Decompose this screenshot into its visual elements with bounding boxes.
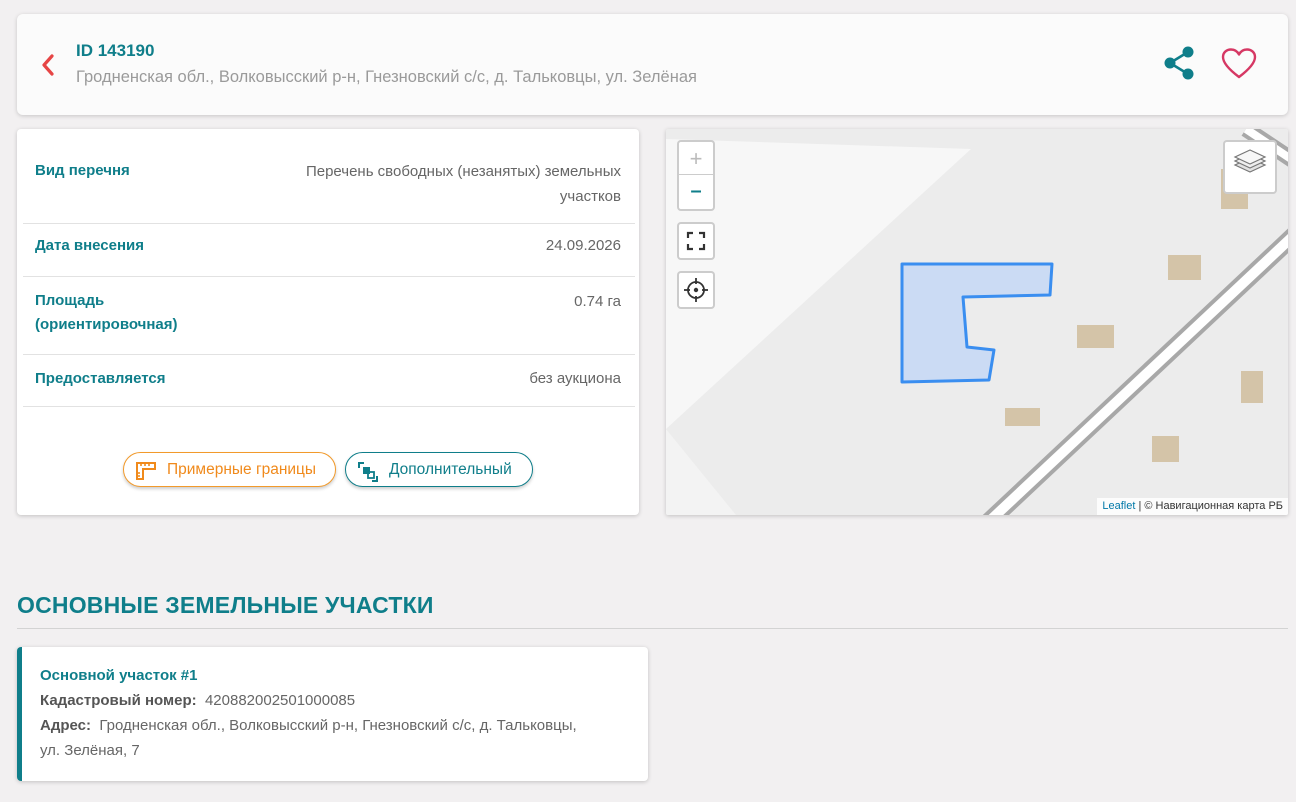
- attribution-text: | © Навигационная карта РБ: [1135, 500, 1283, 512]
- info-row-date: Дата внесения 24.09.2026: [23, 224, 635, 277]
- back-button[interactable]: [38, 52, 60, 78]
- share-icon: [1164, 46, 1194, 80]
- map-tiles: [666, 129, 1288, 515]
- layers-icon: [1233, 149, 1267, 173]
- locate-button[interactable]: [677, 271, 715, 309]
- section-title: ОСНОВНЫЕ ЗЕМЕЛЬНЫЕ УЧАСТКИ: [17, 592, 434, 618]
- leaflet-link[interactable]: Leaflet: [1102, 500, 1135, 512]
- parcel-boundary[interactable]: [900, 262, 1054, 384]
- info-value-line: Перечень свободных (незанятых) земельных: [305, 163, 621, 180]
- section-divider: [17, 628, 1288, 629]
- plot-title: Основной участок #1: [40, 667, 198, 684]
- cadastral-value: 420882002501000085: [204, 692, 356, 709]
- building: [1077, 325, 1114, 348]
- info-value-line: участков: [559, 188, 621, 205]
- favorite-button[interactable]: [1221, 47, 1257, 81]
- zoom-in-button[interactable]: +: [679, 142, 713, 175]
- crosshair-icon: [684, 278, 708, 302]
- chevron-left-icon: [42, 54, 54, 76]
- page-subtitle-address: Гродненская обл., Волковысский р-н, Гнез…: [76, 68, 697, 86]
- cadastral-number-line: Кадастровый номер: 420882002501000085: [40, 688, 640, 713]
- additional-button[interactable]: Дополнительный: [345, 452, 533, 487]
- building: [1168, 255, 1201, 280]
- info-value: Перечень свободных (незанятых) земельных…: [306, 159, 621, 209]
- approximate-bounds-button[interactable]: Примерные границы: [123, 452, 336, 487]
- info-row-provision: Предоставляется без аукциона: [23, 355, 635, 407]
- info-label-line: Площадь: [35, 292, 105, 309]
- zoom-out-button[interactable]: –: [679, 176, 713, 209]
- info-value: без аукциона: [529, 370, 621, 387]
- building: [1005, 408, 1040, 426]
- info-label: Площадь (ориентировочная): [35, 289, 178, 337]
- main-plot-card[interactable]: Основной участок #1 Кадастровый номер: 4…: [17, 647, 648, 781]
- overlap-squares-icon: [358, 462, 378, 482]
- info-label: Дата внесения: [35, 237, 145, 254]
- info-label-line: (ориентировочная): [35, 316, 178, 333]
- page-title: ID 143190: [76, 41, 155, 60]
- share-button[interactable]: [1162, 45, 1198, 81]
- parcel-info-card: Вид перечня Перечень свободных (незаняты…: [17, 129, 639, 515]
- building: [1152, 436, 1179, 462]
- address-line-2: ул. Зелёная, 7: [40, 742, 140, 759]
- button-label: Примерные границы: [167, 461, 317, 478]
- info-value: 0.74 га: [574, 293, 621, 310]
- info-label: Предоставляется: [35, 370, 166, 387]
- map-view[interactable]: + – Leaflet | © Навигационная карта РБ: [666, 129, 1288, 515]
- address-value: Гродненская обл., Волковысский р-н, Гнез…: [99, 717, 577, 734]
- layers-button[interactable]: [1223, 140, 1277, 194]
- info-label: Вид перечня: [35, 162, 130, 179]
- info-row-list-type: Вид перечня Перечень свободных (незаняты…: [23, 149, 635, 224]
- building: [1241, 371, 1263, 403]
- info-value: 24.09.2026: [545, 237, 621, 254]
- fullscreen-button[interactable]: [677, 222, 715, 260]
- address-label: Адрес:: [40, 717, 91, 734]
- info-row-area: Площадь (ориентировочная) 0.74 га: [23, 277, 635, 355]
- heart-icon: [1221, 48, 1257, 79]
- address-line: Адрес: Гродненская обл., Волковысский р-…: [40, 713, 640, 738]
- cadastral-label: Кадастровый номер:: [40, 692, 197, 709]
- map-attribution: Leaflet | © Навигационная карта РБ: [1097, 498, 1288, 515]
- fullscreen-icon: [686, 231, 706, 251]
- page-header: [17, 14, 1288, 115]
- ruler-icon: [136, 462, 156, 480]
- button-label: Дополнительный: [389, 461, 512, 478]
